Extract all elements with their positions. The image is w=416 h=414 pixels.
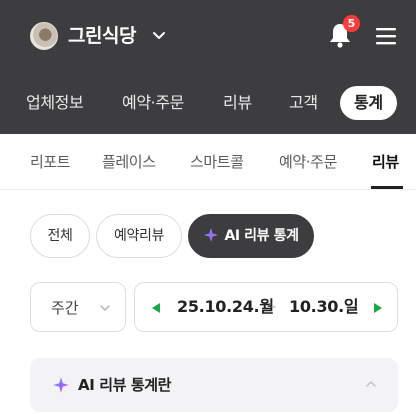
subtab-report[interactable]: 리포트 [30,150,71,174]
tab-customers[interactable]: 고객 [289,91,318,115]
period-selected-value: 주간 [51,299,79,317]
notification-badge: 5 [343,15,360,32]
ai-sparkle-icon [53,377,69,393]
date-range-selector: 25.10.24.월 - 10.30.일 [134,282,398,332]
store-name[interactable]: 그린식당 [68,22,136,50]
filter-chip-label: 예약리뷰 [114,228,164,244]
subtab-reviews[interactable]: 리뷰 [372,150,399,174]
tab-reviews[interactable]: 리뷰 [223,91,252,115]
subtab-place[interactable]: 플레이스 [102,150,156,174]
ai-review-stats-panel[interactable]: AI 리뷰 통계란 [30,358,398,412]
filter-chip-label: 전체 [47,228,73,244]
chevron-up-icon[interactable] [365,379,377,389]
filter-chip-ai-review-stats[interactable]: AI 리뷰 통계 [188,214,314,258]
ai-panel-title: AI 리뷰 통계란 [78,376,172,394]
subtab-reservation-order[interactable]: 예약·주문 [279,150,337,174]
filter-chip-reservation-reviews[interactable]: 예약리뷰 [96,214,182,258]
chevron-down-icon[interactable] [150,24,168,48]
tab-reservation-order[interactable]: 예약·주문 [122,91,184,115]
store-avatar[interactable] [30,22,58,50]
filter-chip-label: AI 리뷰 통계 [224,228,299,244]
previous-week-arrow-icon[interactable] [151,302,161,314]
date-range-start: 25.10.24.월 [177,297,274,316]
sub-tab-bar: 리포트 플레이스 스마트콜 예약·주문 리뷰 [0,134,416,190]
date-range-end: 10.30.일 [289,297,359,316]
tab-business-info[interactable]: 업체정보 [26,91,84,115]
top-bar: 그린식당 5 [0,0,416,72]
subtab-smartcall[interactable]: 스마트콜 [190,150,244,174]
main-tab-bar: 업체정보 예약·주문 리뷰 고객 통계 [0,72,416,134]
next-week-arrow-icon[interactable] [373,302,383,314]
menu-icon[interactable] [374,24,398,48]
ai-sparkle-icon [204,227,219,242]
period-select[interactable]: 주간 [30,282,126,332]
filter-chip-all[interactable]: 전체 [30,214,90,258]
active-subtab-indicator [371,186,403,189]
chevron-down-icon [100,305,110,311]
date-range-separator: - [271,299,277,315]
tab-statistics[interactable]: 통계 [340,86,397,120]
